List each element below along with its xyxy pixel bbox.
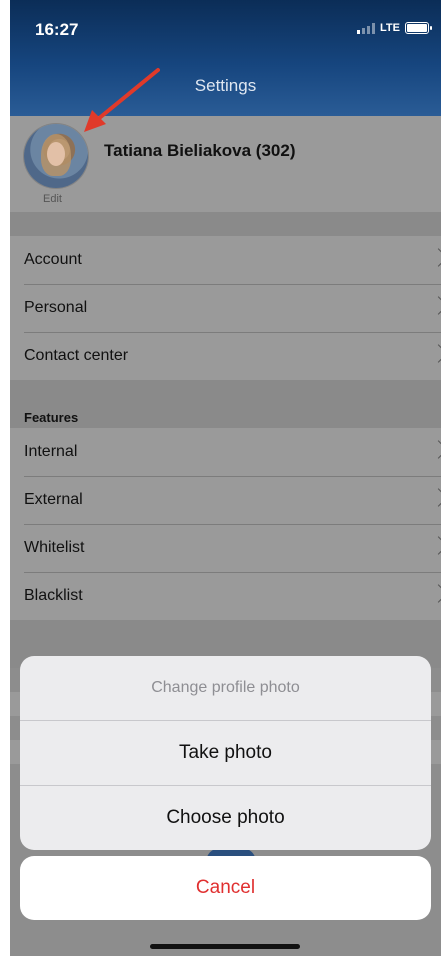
signal-icon	[357, 22, 376, 34]
chevron-right-icon	[429, 248, 441, 267]
menu-item-contact-center[interactable]: Contact center	[10, 332, 441, 380]
section-header-label: Features	[24, 410, 79, 425]
menu-item-internal[interactable]: Internal	[10, 428, 441, 476]
annotation-arrow-icon	[84, 68, 160, 132]
home-indicator[interactable]	[150, 944, 300, 949]
menu-item-blacklist[interactable]: Blacklist	[10, 572, 441, 620]
action-sheet-title: Change profile photo	[20, 656, 431, 721]
settings-screen: 16:27 LTE Settings Edit Tatiana Bieliako…	[10, 0, 441, 956]
chevron-right-icon	[429, 536, 441, 555]
chevron-right-icon	[429, 488, 441, 507]
battery-icon	[405, 22, 432, 34]
take-photo-button[interactable]: Take photo	[20, 721, 431, 786]
choose-photo-button[interactable]: Choose photo	[20, 786, 431, 850]
menu-item-label: Contact center	[24, 347, 129, 364]
menu-item-label: Personal	[24, 299, 88, 316]
chevron-right-icon	[429, 440, 441, 459]
features-group: Internal External Whitelist Blacklist	[10, 428, 441, 620]
menu-item-external[interactable]: External	[10, 476, 441, 524]
status-time: 16:27	[35, 20, 79, 39]
action-sheet: Change profile photo Take photo Choose p…	[20, 656, 431, 850]
menu-item-label: Account	[24, 251, 82, 268]
profile-name: Tatiana Bieliakova (302)	[104, 141, 296, 160]
avatar-edit-label[interactable]: Edit	[43, 193, 62, 205]
section-header-features: Features	[10, 404, 441, 428]
menu-item-account[interactable]: Account	[10, 236, 441, 284]
chevron-right-icon	[429, 296, 441, 315]
menu-item-label: Blacklist	[24, 587, 83, 604]
section-spacer	[10, 212, 441, 236]
menu-item-label: Whitelist	[24, 539, 85, 556]
chevron-right-icon	[429, 584, 441, 603]
cancel-button[interactable]: Cancel	[20, 856, 431, 920]
network-type: LTE	[380, 22, 400, 34]
section-spacer	[10, 380, 441, 404]
menu-item-personal[interactable]: Personal	[10, 284, 441, 332]
account-group: Account Personal Contact center	[10, 236, 441, 380]
menu-item-whitelist[interactable]: Whitelist	[10, 524, 441, 572]
menu-item-label: Internal	[24, 443, 78, 460]
status-indicators: LTE	[357, 22, 432, 34]
chevron-right-icon	[429, 344, 441, 363]
menu-item-label: External	[24, 491, 83, 508]
